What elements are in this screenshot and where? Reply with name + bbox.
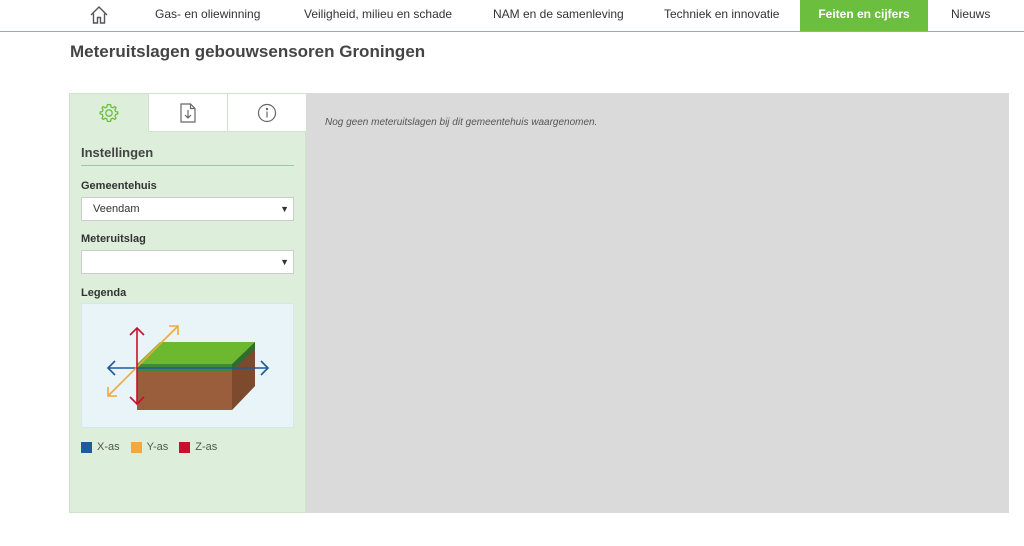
chevron-down-icon: ▼ xyxy=(280,257,289,267)
legend-items: X-as Y-as Z-as xyxy=(81,440,228,454)
chevron-down-icon: ▼ xyxy=(280,204,289,214)
nav-item-veiligheid[interactable]: Veiligheid, milieu en schade xyxy=(304,0,452,31)
legend-item-x: X-as xyxy=(81,440,120,454)
z-axis-swatch xyxy=(179,441,191,453)
legend-item-label: Y-as xyxy=(146,441,169,453)
gemeentehuis-label: Gemeentehuis xyxy=(81,180,157,192)
top-navigation: Gas- en oliewinning Veiligheid, milieu e… xyxy=(0,0,1024,32)
settings-title: Instellingen xyxy=(81,145,154,160)
nav-item-gas-en-oliewinning[interactable]: Gas- en oliewinning xyxy=(155,0,260,31)
gemeentehuis-select[interactable]: Veendam ▼ xyxy=(81,197,294,221)
legend-item-z: Z-as xyxy=(179,440,217,454)
measurement-results-pane: Nog geen meteruitslagen bij dit gemeente… xyxy=(306,93,1009,513)
info-icon xyxy=(257,103,277,122)
home-icon xyxy=(90,6,108,24)
legend-item-y: Y-as xyxy=(130,440,169,454)
empty-state-message: Nog geen meteruitslagen bij dit gemeente… xyxy=(325,117,598,128)
page-title: Meteruitslagen gebouwsensoren Groningen xyxy=(70,42,426,61)
meteruitslag-select[interactable]: ▼ xyxy=(81,250,294,274)
legend-item-label: X-as xyxy=(97,441,120,453)
tab-settings[interactable] xyxy=(70,94,148,132)
legend-item-label: Z-as xyxy=(195,441,218,453)
gear-icon xyxy=(99,103,119,123)
nav-item-nieuws[interactable]: Nieuws xyxy=(951,0,990,31)
y-axis-swatch xyxy=(130,441,142,453)
download-document-icon xyxy=(180,102,196,123)
tab-info[interactable] xyxy=(227,94,306,132)
panel-tabs xyxy=(70,94,306,132)
legend-label: Legenda xyxy=(81,287,127,299)
x-axis-swatch xyxy=(81,441,92,453)
tab-download[interactable] xyxy=(148,94,227,132)
gemeentehuis-value: Veendam xyxy=(93,203,140,215)
axes-diagram xyxy=(106,325,270,410)
home-button[interactable] xyxy=(86,2,112,28)
settings-panel: Instellingen Gemeentehuis Veendam ▼ Mete… xyxy=(69,93,306,513)
meteruitslag-label: Meteruitslag xyxy=(81,233,146,245)
settings-divider xyxy=(81,165,294,166)
nav-item-feiten-en-cijfers[interactable]: Feiten en cijfers xyxy=(800,0,928,31)
axes-legend-illustration xyxy=(81,303,294,428)
nav-item-techniek-innovatie[interactable]: Techniek en innovatie xyxy=(664,0,779,31)
nav-item-nam-samenleving[interactable]: NAM en de samenleving xyxy=(493,0,624,31)
